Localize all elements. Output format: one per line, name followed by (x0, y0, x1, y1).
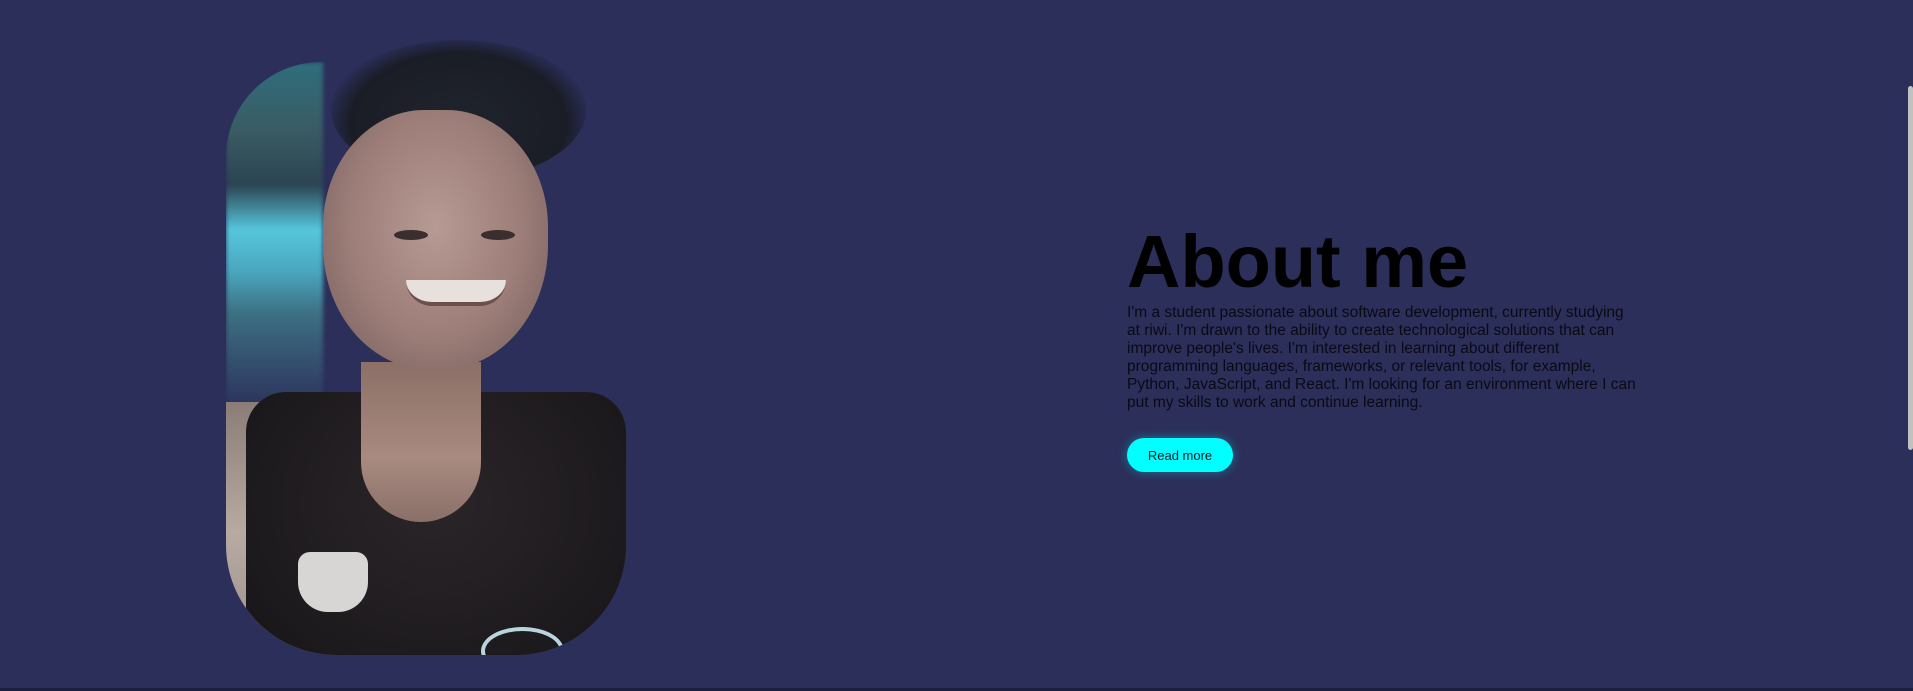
photo-eye-left (394, 230, 428, 240)
profile-photo (226, 40, 626, 655)
page: About me I'm a student passionate about … (0, 0, 1913, 691)
scrollbar-thumb[interactable] (1908, 86, 1913, 450)
photo-smile (406, 280, 506, 306)
photo-face (323, 110, 548, 370)
about-description: I'm a student passionate about software … (1127, 304, 1636, 411)
about-section: About me I'm a student passionate about … (1127, 220, 1637, 412)
scrollbar-track[interactable] (1908, 0, 1913, 691)
about-title: About me (1127, 220, 1469, 303)
photo-neck (361, 362, 481, 522)
photo-shirt-badge (298, 552, 368, 612)
read-more-button[interactable]: Read more (1127, 438, 1233, 472)
photo-blurred-background (226, 62, 323, 412)
photo-eye-right (481, 230, 515, 240)
